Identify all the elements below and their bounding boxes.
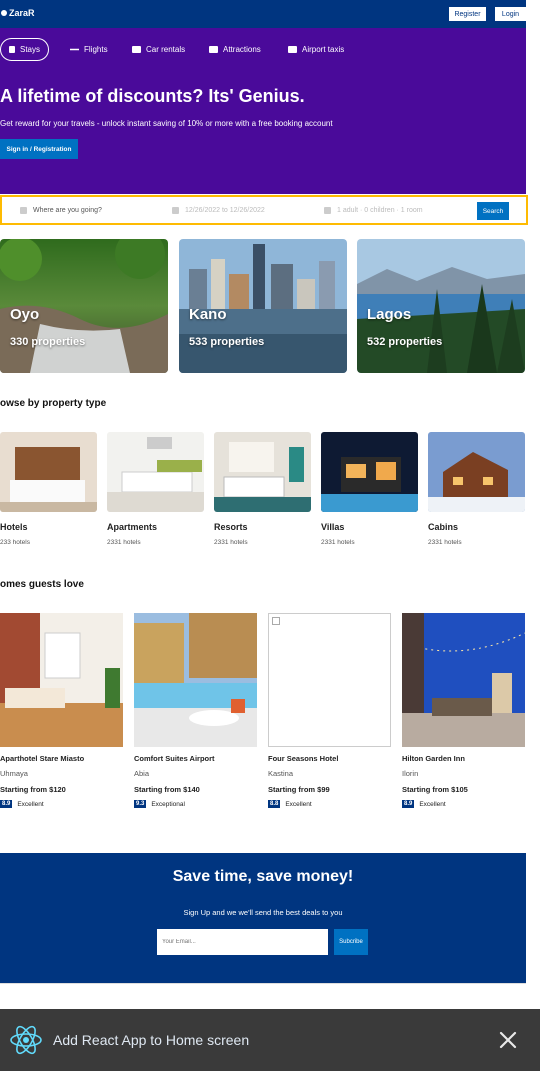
tab-car-rentals[interactable]: Car rentals bbox=[124, 38, 193, 61]
home-city: Abia bbox=[134, 769, 150, 778]
property-type-card[interactable]: Resorts 2331 hotels bbox=[214, 432, 311, 546]
home-name: Four Seasons Hotel bbox=[268, 754, 339, 763]
guest-home-card[interactable]: Comfort Suites Airport Abia Starting fro… bbox=[134, 613, 257, 808]
property-type-title: Resorts bbox=[214, 522, 248, 532]
tab-stays[interactable]: Stays bbox=[0, 38, 49, 61]
property-type-title: Hotels bbox=[0, 522, 28, 532]
home-price: Starting from $105 bbox=[402, 785, 468, 794]
property-type-title: Cabins bbox=[428, 522, 459, 532]
home-image bbox=[134, 613, 257, 747]
newsletter-description: Sign Up and we we'll send the best deals… bbox=[183, 908, 343, 917]
bed-icon bbox=[20, 206, 27, 214]
search-button[interactable]: Search bbox=[477, 202, 509, 220]
home-name: Hilton Garden Inn bbox=[402, 754, 465, 763]
tab-flights[interactable]: Flights bbox=[62, 38, 116, 61]
person-icon bbox=[324, 206, 331, 214]
featured-city-card[interactable]: Kano 533 properties bbox=[179, 239, 347, 373]
city-name: Lagos bbox=[367, 306, 412, 323]
broken-image bbox=[268, 613, 391, 747]
city-name: Oyo bbox=[10, 306, 40, 323]
section-title: omes guests love bbox=[0, 579, 84, 590]
property-image bbox=[321, 432, 418, 512]
footer bbox=[0, 983, 526, 1009]
home-city: Kastina bbox=[268, 769, 294, 778]
date-picker[interactable]: 12/26/2022 to 12/26/2022 bbox=[172, 197, 265, 223]
guest-home-card[interactable]: Four Seasons Hotel Kastina Starting from… bbox=[268, 613, 391, 808]
home-price: Starting from $140 bbox=[134, 785, 200, 794]
login-button[interactable]: Login bbox=[495, 7, 526, 21]
install-label[interactable]: Add React App to Home screen bbox=[53, 1032, 249, 1048]
rating-badge: 8.8 bbox=[268, 800, 281, 808]
home-rating: 8.8 Excellent bbox=[268, 800, 312, 808]
home-price: Starting from $99 bbox=[268, 785, 330, 794]
property-type-count: 2331 hotels bbox=[214, 539, 248, 546]
close-icon[interactable] bbox=[498, 1030, 518, 1050]
signin-button[interactable]: Sign in / Registration bbox=[0, 139, 78, 159]
subscribe-button[interactable]: Subcribe bbox=[334, 929, 368, 955]
register-button[interactable]: Register bbox=[449, 7, 486, 21]
tab-attractions[interactable]: Attractions bbox=[201, 38, 269, 61]
city-name: Kano bbox=[189, 306, 227, 323]
property-type-card[interactable]: Cabins 2331 hotels bbox=[428, 432, 525, 546]
home-name: Aparthotel Stare Miasto bbox=[0, 754, 85, 763]
property-type-count: 233 hotels bbox=[0, 539, 30, 546]
react-icon bbox=[10, 1025, 42, 1055]
rating-badge: 8.9 bbox=[0, 800, 13, 808]
section-title: owse by property type bbox=[0, 398, 107, 409]
property-type-count: 2331 hotels bbox=[107, 539, 141, 546]
property-image bbox=[214, 432, 311, 512]
rating-badge: 8.9 bbox=[402, 800, 415, 808]
home-city: Uhmaya bbox=[0, 769, 28, 778]
city-properties: 532 properties bbox=[367, 336, 443, 348]
home-rating: 9.3 Exceptional bbox=[134, 800, 185, 808]
home-city: Ilorin bbox=[402, 769, 419, 778]
logo[interactable]: ZaraR bbox=[1, 8, 35, 18]
hero-title: A lifetime of discounts? Its' Genius. bbox=[0, 86, 305, 106]
property-type-count: 2331 hotels bbox=[321, 539, 355, 546]
property-type-card[interactable]: Villas 2331 hotels bbox=[321, 432, 418, 546]
search-bar: Where are you going? 12/26/2022 to 12/26… bbox=[0, 195, 528, 225]
tab-airport-taxis[interactable]: Airport taxis bbox=[280, 38, 352, 61]
car-icon bbox=[132, 46, 141, 53]
city-properties: 330 properties bbox=[10, 336, 86, 348]
home-price: Starting from $120 bbox=[0, 785, 66, 794]
calendar-icon bbox=[172, 206, 179, 214]
rating-badge: 9.3 bbox=[134, 800, 147, 808]
home-image bbox=[402, 613, 525, 747]
city-properties: 533 properties bbox=[189, 336, 265, 348]
broken-image-icon bbox=[272, 617, 280, 625]
email-field[interactable] bbox=[157, 929, 328, 955]
taxi-icon bbox=[288, 46, 297, 53]
featured-city-card[interactable]: Lagos 532 properties bbox=[357, 239, 525, 373]
home-rating: 8.9 Excellent bbox=[0, 800, 44, 808]
guest-home-card[interactable]: Aparthotel Stare Miasto Uhmaya Starting … bbox=[0, 613, 123, 808]
property-type-card[interactable]: Apartments 2331 hotels bbox=[107, 432, 204, 546]
bed-icon bbox=[9, 46, 15, 53]
logo-icon bbox=[1, 10, 7, 16]
property-type-card[interactable]: Hotels 233 hotels bbox=[0, 432, 97, 546]
guest-home-card[interactable]: Hilton Garden Inn Ilorin Starting from $… bbox=[402, 613, 525, 808]
home-rating: 8.9 Excellent bbox=[402, 800, 446, 808]
bed-icon bbox=[209, 46, 218, 53]
hero-description: Get reward for your travels - unlock ins… bbox=[0, 119, 333, 128]
featured-city-card[interactable]: Oyo 330 properties bbox=[0, 239, 168, 373]
property-image bbox=[428, 432, 525, 512]
navbar bbox=[0, 0, 526, 28]
home-name: Comfort Suites Airport bbox=[134, 754, 215, 763]
destination-input[interactable]: Where are you going? bbox=[20, 197, 102, 223]
home-image bbox=[0, 613, 123, 747]
property-image bbox=[107, 432, 204, 512]
newsletter-title: Save time, save money! bbox=[172, 868, 354, 885]
property-type-title: Apartments bbox=[107, 522, 158, 532]
property-image bbox=[0, 432, 97, 512]
plane-icon bbox=[70, 48, 79, 51]
guests-selector[interactable]: 1 adult · 0 children · 1 room bbox=[324, 197, 423, 223]
property-type-title: Villas bbox=[321, 522, 345, 532]
property-type-count: 2331 hotels bbox=[428, 539, 462, 546]
